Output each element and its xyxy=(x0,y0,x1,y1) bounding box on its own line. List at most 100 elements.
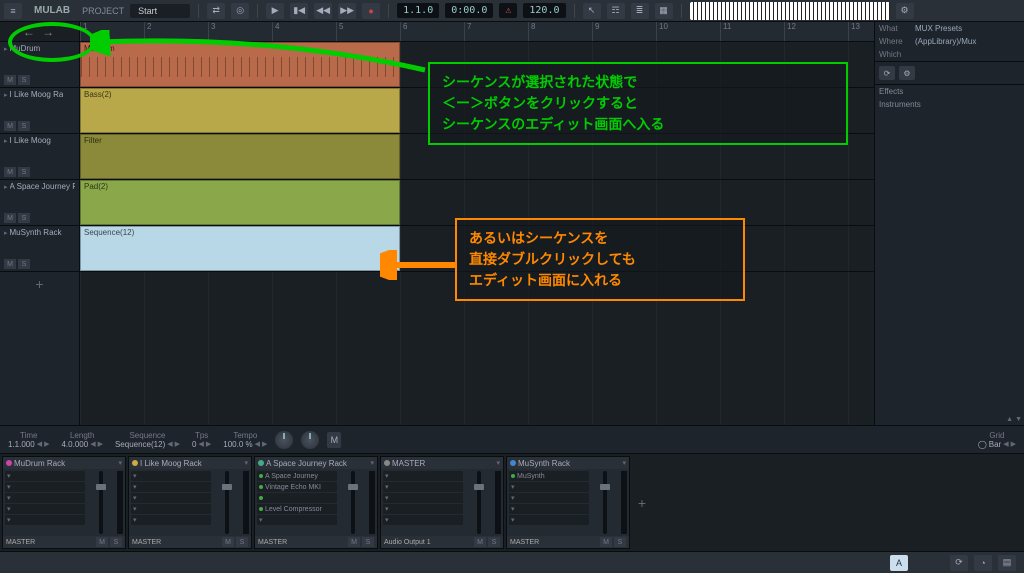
loop-button[interactable]: ◎ xyxy=(231,3,249,19)
channel-output[interactable]: MASTER xyxy=(258,539,287,546)
solo-button[interactable]: S xyxy=(18,75,30,85)
channel-header[interactable]: MuSynth Rack▾ xyxy=(507,457,629,469)
param-next-button[interactable]: ▶ xyxy=(175,440,180,448)
channel-header[interactable]: MASTER▾ xyxy=(381,457,503,469)
param-next-button[interactable]: ▶ xyxy=(98,440,103,448)
channel-output[interactable]: MASTER xyxy=(132,539,161,546)
track-header[interactable]: ▸MuDrumMS xyxy=(0,42,79,88)
insert-slot-empty[interactable]: ▾ xyxy=(131,504,211,514)
perf-meter-icon[interactable]: ◔ xyxy=(974,555,992,571)
track-header[interactable]: ▸I Like Moog RaMS xyxy=(0,88,79,134)
channel-mute-button[interactable]: M xyxy=(348,537,360,547)
param-value[interactable]: 100.0 % xyxy=(223,440,252,449)
shuffle-button[interactable]: ⇄ xyxy=(207,3,225,19)
insert-slot-empty[interactable]: ▾ xyxy=(383,493,463,503)
insert-slot-empty[interactable]: ▾ xyxy=(5,504,85,514)
mute-button[interactable]: M xyxy=(4,259,16,269)
channel-solo-button[interactable]: S xyxy=(236,537,248,547)
nav-back-forward-button[interactable]: ← → xyxy=(0,22,79,42)
insert-slot-empty[interactable]: ▾ xyxy=(383,515,463,525)
mixer-channel[interactable]: MASTER▾▾▾▾▾▾Audio Output 1M S xyxy=(380,456,504,549)
channel-mute-button[interactable]: M xyxy=(222,537,234,547)
param-prev-button[interactable]: ◀ xyxy=(167,440,172,448)
browser-refresh-button[interactable]: ⟳ xyxy=(879,66,895,80)
channel-mute-button[interactable]: M xyxy=(600,537,612,547)
property-value[interactable]: (AppLibrary)/Mux xyxy=(915,37,1020,46)
mute-button[interactable]: M xyxy=(4,75,16,85)
layout-button[interactable]: ▤ xyxy=(998,555,1016,571)
channel-solo-button[interactable]: S xyxy=(488,537,500,547)
channel-menu-icon[interactable]: ▾ xyxy=(496,459,500,467)
virtual-keyboard[interactable] xyxy=(690,2,890,20)
insert-slot[interactable]: Vintage Echo MKI xyxy=(257,482,337,492)
forward-button[interactable]: ▶▶ xyxy=(338,3,356,19)
menu-button[interactable]: ≡ xyxy=(4,3,22,19)
insert-slot-empty[interactable]: ▾ xyxy=(5,493,85,503)
insert-slot[interactable]: A Space Journey xyxy=(257,471,337,481)
channel-mute-button[interactable]: M xyxy=(96,537,108,547)
channel-fader[interactable] xyxy=(465,469,493,536)
solo-button[interactable]: S xyxy=(18,259,30,269)
grid-next-button[interactable]: ▶ xyxy=(1011,440,1016,448)
track-expand-icon[interactable]: ▸ xyxy=(4,229,8,237)
project-name[interactable]: Start xyxy=(130,4,190,18)
add-channel-button[interactable]: + xyxy=(632,456,652,549)
channel-header[interactable]: A Space Journey Rack▾ xyxy=(255,457,377,469)
channel-fader[interactable] xyxy=(339,469,367,536)
param-next-button[interactable]: ▶ xyxy=(44,440,49,448)
mute-button[interactable]: M xyxy=(4,121,16,131)
track-expand-icon[interactable]: ▸ xyxy=(4,183,8,191)
rewind-button[interactable]: ◀◀ xyxy=(314,3,332,19)
mute-button[interactable]: M xyxy=(4,167,16,177)
property-value[interactable] xyxy=(915,50,1020,59)
record-button[interactable]: ● xyxy=(362,3,380,19)
grid-prev-button[interactable]: ◀ xyxy=(1003,440,1008,448)
add-track-button[interactable]: + xyxy=(0,272,79,296)
channel-solo-button[interactable]: S xyxy=(614,537,626,547)
tempo-knob[interactable] xyxy=(301,431,319,449)
clip[interactable]: MuDrum xyxy=(80,42,400,87)
solo-button[interactable]: S xyxy=(18,121,30,131)
tool-grid-button[interactable]: ▦ xyxy=(655,3,673,19)
browser-item[interactable]: Effects xyxy=(875,85,1024,98)
insert-slot-empty[interactable]: ▾ xyxy=(131,471,211,481)
refresh-button[interactable]: ⟳ xyxy=(950,555,968,571)
time-readout[interactable]: 0:00.0 xyxy=(445,3,493,18)
clip[interactable]: Pad(2) xyxy=(80,180,400,225)
clip[interactable]: Filter xyxy=(80,134,400,179)
position-readout[interactable]: 1.1.0 xyxy=(397,3,439,18)
insert-slot[interactable] xyxy=(257,493,337,503)
play-button[interactable]: ▶ xyxy=(266,3,284,19)
channel-output[interactable]: MASTER xyxy=(510,539,539,546)
solo-button[interactable]: S xyxy=(18,167,30,177)
mixer-channel[interactable]: MuSynth Rack▾MuSynth▾▾▾▾MASTERM S xyxy=(506,456,630,549)
param-prev-button[interactable]: ◀ xyxy=(198,440,203,448)
tempo-readout[interactable]: 120.0 xyxy=(523,3,565,18)
insert-slot-empty[interactable]: ▾ xyxy=(5,471,85,481)
solo-button[interactable]: S xyxy=(18,213,30,223)
insert-slot[interactable]: MuSynth xyxy=(509,471,589,481)
keyboard-settings-button[interactable]: ⚙ xyxy=(896,3,914,19)
channel-mute-button[interactable]: M xyxy=(474,537,486,547)
mixer-channel[interactable]: MuDrum Rack▾▾▾▾▾▾MASTERM S xyxy=(2,456,126,549)
mute-button[interactable]: M xyxy=(4,213,16,223)
browser-up-button[interactable]: ▲ xyxy=(1006,416,1013,423)
channel-solo-button[interactable]: S xyxy=(362,537,374,547)
insert-slot-empty[interactable]: ▾ xyxy=(383,471,463,481)
channel-fader[interactable] xyxy=(213,469,241,536)
insert-slot-empty[interactable]: ▾ xyxy=(257,515,337,525)
track-expand-icon[interactable]: ▸ xyxy=(4,45,8,53)
view-a-button[interactable]: A xyxy=(890,555,908,571)
warning-indicator[interactable]: ⚠ xyxy=(499,3,517,18)
insert-slot[interactable]: Level Compressor xyxy=(257,504,337,514)
mixer-channel[interactable]: A Space Journey Rack▾ A Space JourneyVint… xyxy=(254,456,378,549)
insert-slot-empty[interactable]: ▾ xyxy=(5,482,85,492)
track-header[interactable]: ▸I Like MoogMS xyxy=(0,134,79,180)
channel-solo-button[interactable]: S xyxy=(110,537,122,547)
track-header[interactable]: ▸A Space Journey RMS xyxy=(0,180,79,226)
param-value[interactable]: 0 xyxy=(192,440,196,449)
channel-header[interactable]: I Like Moog Rack▾ xyxy=(129,457,251,469)
insert-slot-empty[interactable]: ▾ xyxy=(509,493,589,503)
snap-toggle[interactable]: ◯ xyxy=(978,440,987,449)
channel-output[interactable]: Audio Output 1 xyxy=(384,539,431,546)
